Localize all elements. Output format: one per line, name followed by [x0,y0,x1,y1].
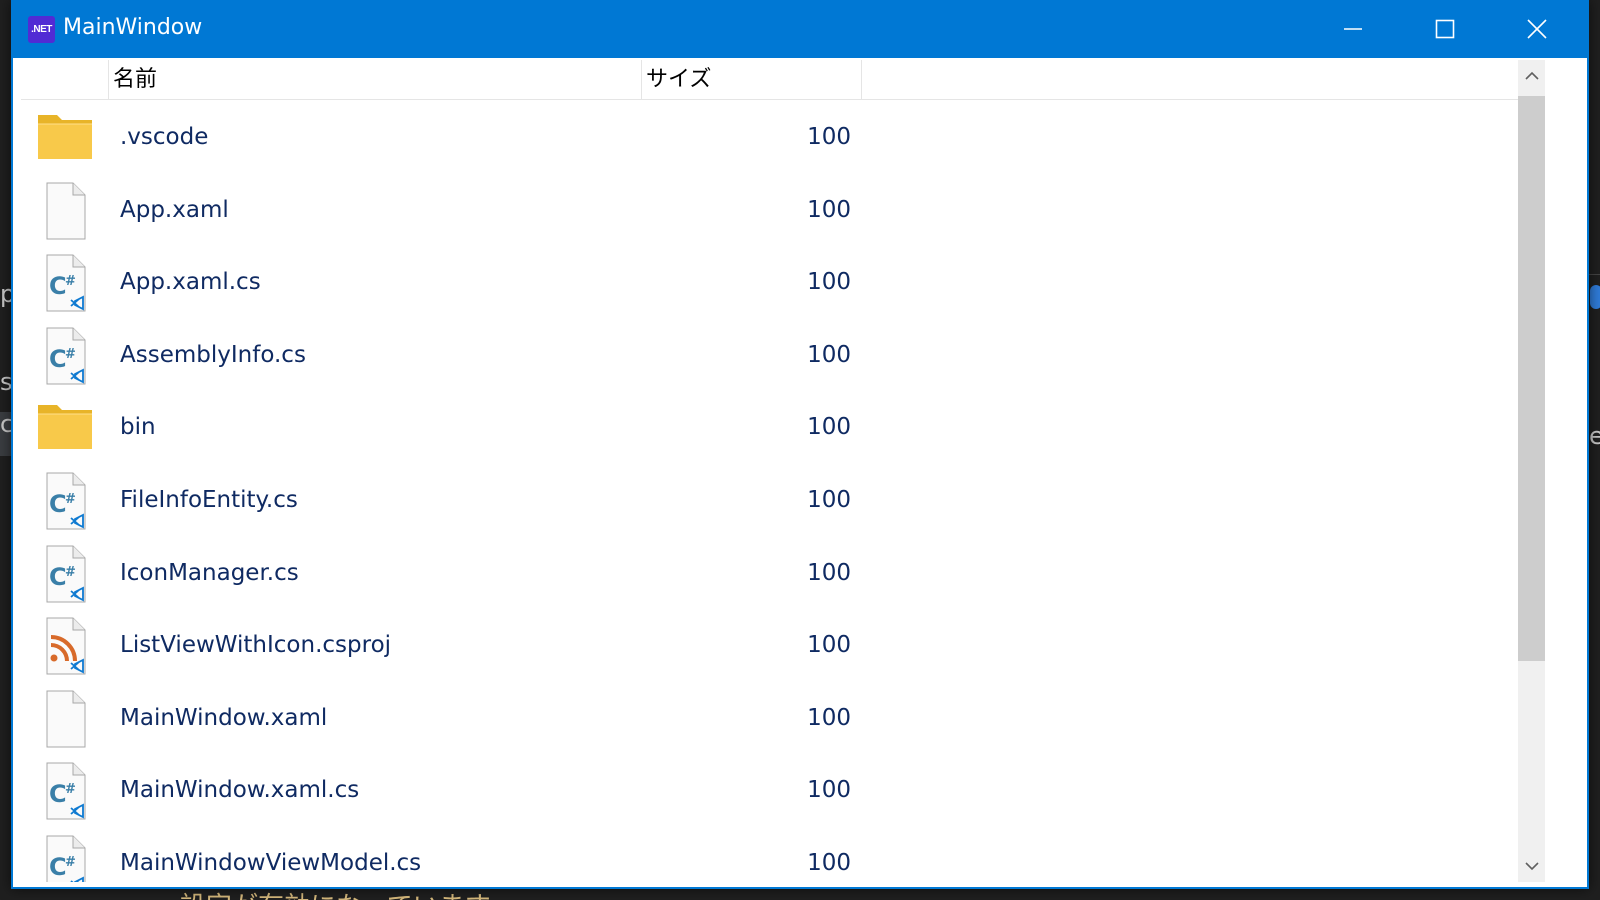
scroll-up-button[interactable] [1518,60,1545,92]
file-size: 100 [807,341,851,368]
file-size: 100 [807,124,851,150]
file-name: FileInfoEntity.cs [120,486,298,513]
file-name: MainWindowViewModel.cs [120,849,422,876]
column-header-size[interactable]: サイズ [642,60,862,99]
svg-text:C: C [49,563,67,591]
file-name: MainWindow.xaml.cs [120,777,360,804]
csproj-file-icon [35,617,95,675]
minimize-button[interactable] [1307,0,1399,58]
svg-text:#: # [65,565,76,580]
file-name: MainWindow.xaml [120,704,328,731]
scroll-thumb[interactable] [1518,96,1545,661]
file-row[interactable]: C # App.xaml.cs 100 [21,246,1518,319]
maximize-icon [1435,19,1455,39]
csharp-file-icon: C # [35,472,95,530]
file-list-view[interactable]: 名前 サイズ .vscode 100 App.xaml 100 C # App.xaml.c… [21,60,1545,882]
svg-text:C: C [49,780,67,808]
close-icon [1527,19,1547,39]
column-header-icon[interactable] [21,60,109,99]
folder-icon [35,399,95,457]
file-row[interactable]: C # AssemblyInfo.cs 100 [21,319,1518,392]
file-name: IconManager.cs [120,559,299,586]
file-size: 100 [807,486,851,513]
list-header: 名前 サイズ [21,60,1518,100]
file-name: AssemblyInfo.cs [120,341,306,368]
file-row[interactable]: C # MainWindowViewModel.cs 100 [21,827,1518,882]
file-row[interactable]: C # IconManager.cs 100 [21,537,1518,610]
svg-text:#: # [65,347,76,362]
background-text-fragment: e [1589,422,1600,450]
csharp-file-icon: C # [35,762,95,820]
file-rows: .vscode 100 App.xaml 100 C # App.xaml.cs 100 C # A… [21,101,1518,882]
file-icon [35,690,95,748]
chevron-up-icon [1524,71,1539,80]
file-name: .vscode [120,124,209,150]
file-icon [35,182,95,240]
file-name: ListViewWithIcon.csproj [120,632,392,659]
svg-text:#: # [65,274,76,289]
file-size: 100 [807,704,851,731]
background-divider [1588,274,1600,275]
file-size: 100 [807,414,851,441]
folder-icon [35,109,95,167]
svg-text:C: C [49,490,67,518]
title-bar[interactable]: .NET MainWindow [11,0,1589,58]
file-row[interactable]: MainWindow.xaml 100 [21,682,1518,755]
file-row[interactable]: bin 100 [21,391,1518,464]
close-button[interactable] [1491,0,1583,58]
file-row[interactable]: C # FileInfoEntity.cs 100 [21,464,1518,537]
file-size: 100 [807,777,851,804]
dotnet-app-icon: .NET [28,16,55,43]
csharp-file-icon: C # [35,254,95,312]
file-size: 100 [807,849,851,876]
svg-text:#: # [65,855,76,870]
csharp-file-icon: C # [35,835,95,882]
file-size: 100 [807,269,851,296]
background-indicator [1590,285,1600,309]
window-title: MainWindow [63,15,203,40]
svg-text:#: # [65,782,76,797]
file-size: 100 [807,559,851,586]
maximize-button[interactable] [1399,0,1491,58]
column-header-name[interactable]: 名前 [109,60,642,99]
file-size: 100 [807,196,851,223]
chevron-down-icon [1524,862,1539,871]
csharp-file-icon: C # [35,545,95,603]
scroll-down-button[interactable] [1518,850,1545,882]
svg-text:C: C [49,272,67,300]
file-row[interactable]: ListViewWithIcon.csproj 100 [21,609,1518,682]
file-row[interactable]: .vscode 100 [21,101,1518,174]
file-name: App.xaml.cs [120,269,261,296]
minimize-icon [1344,28,1362,30]
file-row[interactable]: App.xaml 100 [21,174,1518,247]
vertical-scrollbar[interactable] [1518,60,1545,882]
file-name: App.xaml [120,196,229,223]
svg-text:C: C [49,853,67,881]
file-name: bin [120,414,156,441]
svg-text:#: # [65,492,76,507]
csharp-file-icon: C # [35,327,95,385]
svg-text:C: C [49,345,67,373]
file-size: 100 [807,632,851,659]
main-window: .NET MainWindow 名前 サイズ .vscode 100 App.xam… [11,0,1589,889]
file-row[interactable]: C # MainWindow.xaml.cs 100 [21,754,1518,827]
